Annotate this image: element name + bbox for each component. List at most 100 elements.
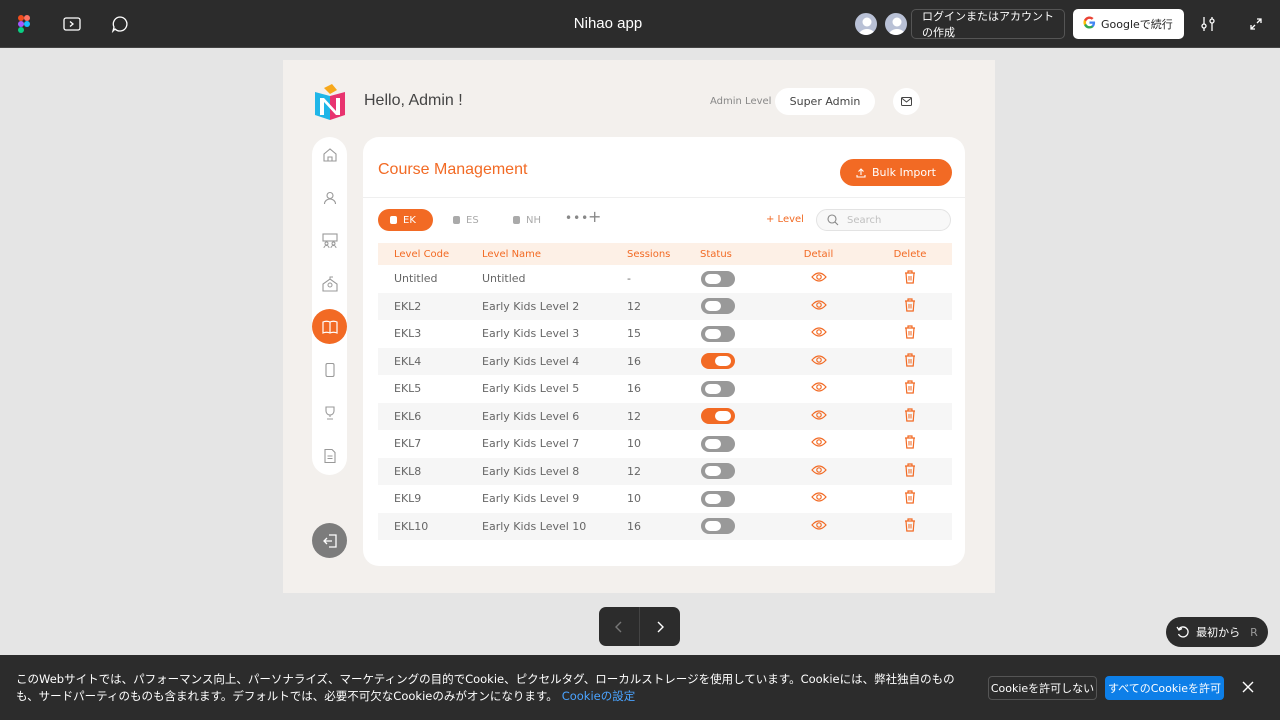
toggle-knob bbox=[705, 521, 721, 532]
eye-icon[interactable] bbox=[810, 381, 827, 396]
tab-nh[interactable]: NH bbox=[501, 209, 553, 231]
eye-icon[interactable] bbox=[810, 409, 827, 424]
table-row: EKL9 Early Kids Level 9 10 bbox=[378, 485, 952, 513]
detail-cell bbox=[769, 436, 868, 451]
toggle-knob bbox=[705, 493, 721, 504]
frame-navigation bbox=[599, 607, 680, 646]
status-toggle[interactable] bbox=[701, 325, 735, 342]
trash-icon[interactable] bbox=[904, 490, 916, 507]
sidebar-item-schools[interactable] bbox=[312, 266, 347, 301]
table-row: EKL5 Early Kids Level 5 16 bbox=[378, 375, 952, 403]
status-toggle[interactable] bbox=[701, 380, 735, 397]
deny-cookies-button[interactable]: Cookieを許可しない bbox=[988, 676, 1097, 700]
login-button[interactable]: ログインまたはアカウントの作成 bbox=[911, 9, 1065, 39]
settings-sliders-icon[interactable] bbox=[1196, 12, 1220, 36]
search-input[interactable] bbox=[847, 214, 942, 226]
trash-icon[interactable] bbox=[904, 270, 916, 287]
level-code: EKL7 bbox=[394, 437, 422, 451]
status-toggle[interactable] bbox=[701, 270, 735, 287]
eye-icon[interactable] bbox=[810, 519, 827, 534]
toggle-knob bbox=[705, 438, 721, 449]
eye-icon[interactable] bbox=[810, 326, 827, 341]
status-toggle[interactable] bbox=[701, 435, 735, 452]
google-icon bbox=[1083, 16, 1096, 32]
restart-button[interactable]: 最初から R bbox=[1166, 617, 1268, 647]
column-header[interactable]: Detail bbox=[769, 249, 868, 260]
sidebar-item-rewards[interactable] bbox=[312, 395, 347, 430]
logout-button[interactable] bbox=[312, 523, 347, 558]
sidebar-item-courses[interactable] bbox=[312, 309, 347, 344]
bulk-import-button[interactable]: Bulk Import bbox=[840, 159, 952, 186]
status-toggle[interactable] bbox=[701, 298, 735, 315]
level-code: Untitled bbox=[394, 272, 438, 286]
status-cell bbox=[684, 518, 769, 535]
upload-icon bbox=[856, 167, 866, 178]
trash-icon[interactable] bbox=[904, 463, 916, 480]
level-name: Early Kids Level 7 bbox=[482, 437, 580, 451]
sidebar-item-users[interactable] bbox=[312, 180, 347, 215]
more-tabs-button[interactable]: ••• bbox=[565, 211, 589, 225]
page-title: Course Management bbox=[378, 161, 528, 178]
tab-icon bbox=[390, 216, 397, 224]
trash-icon[interactable] bbox=[904, 435, 916, 452]
column-header[interactable]: Level Code bbox=[378, 249, 466, 260]
sidebar-item-home[interactable] bbox=[312, 137, 347, 172]
status-toggle[interactable] bbox=[701, 463, 735, 480]
eye-icon[interactable] bbox=[810, 491, 827, 506]
previous-frame-button[interactable] bbox=[599, 607, 639, 646]
eye-icon[interactable] bbox=[810, 271, 827, 286]
level-name: Early Kids Level 6 bbox=[482, 409, 580, 423]
mail-button[interactable] bbox=[893, 88, 920, 115]
sessions-count: 16 bbox=[627, 354, 641, 368]
eye-icon[interactable] bbox=[810, 436, 827, 451]
eye-icon[interactable] bbox=[810, 464, 827, 479]
google-continue-button[interactable]: Googleで続行 bbox=[1073, 9, 1184, 39]
cookie-banner: このWebサイトでは、パフォーマンス向上、パーソナライズ、マーケティングの目的で… bbox=[0, 655, 1280, 720]
trash-icon[interactable] bbox=[904, 325, 916, 342]
status-toggle[interactable] bbox=[701, 353, 735, 370]
sessions-count: - bbox=[627, 272, 631, 286]
cookie-settings-link[interactable]: Cookieの設定 bbox=[562, 689, 636, 703]
trash-icon[interactable] bbox=[904, 518, 916, 535]
avatar[interactable] bbox=[884, 12, 908, 36]
tab-es[interactable]: ES bbox=[441, 209, 491, 231]
admin-level-label: Admin Level bbox=[710, 96, 772, 107]
sidebar-item-devices[interactable] bbox=[312, 352, 347, 387]
level-name: Early Kids Level 8 bbox=[482, 464, 580, 478]
trash-icon[interactable] bbox=[904, 380, 916, 397]
column-header[interactable]: Level Name bbox=[466, 249, 611, 260]
eye-icon[interactable] bbox=[810, 354, 827, 369]
trash-icon[interactable] bbox=[904, 298, 916, 315]
column-header[interactable]: Delete bbox=[868, 249, 952, 260]
status-cell bbox=[684, 463, 769, 480]
tab-ek[interactable]: EK bbox=[378, 209, 433, 231]
sidebar-item-classes[interactable] bbox=[312, 223, 347, 258]
level-code: EKL9 bbox=[394, 492, 422, 506]
level-name: Early Kids Level 2 bbox=[482, 299, 580, 313]
status-toggle[interactable] bbox=[701, 518, 735, 535]
status-toggle[interactable] bbox=[701, 408, 735, 425]
expand-icon[interactable] bbox=[1244, 12, 1268, 36]
trash-icon[interactable] bbox=[904, 353, 916, 370]
column-header[interactable]: Status bbox=[684, 249, 769, 260]
column-header[interactable]: Sessions bbox=[611, 249, 684, 260]
home-icon bbox=[322, 147, 337, 162]
trash-icon[interactable] bbox=[904, 408, 916, 425]
table-row: EKL10 Early Kids Level 10 16 bbox=[378, 512, 952, 540]
add-tab-button[interactable]: + bbox=[588, 207, 601, 226]
document-icon bbox=[323, 448, 336, 463]
admin-level-value[interactable]: Super Admin bbox=[775, 88, 875, 115]
eye-icon[interactable] bbox=[810, 299, 827, 314]
table-header: Level Code Level Name Sessions Status De… bbox=[378, 243, 952, 265]
avatar[interactable] bbox=[854, 12, 878, 36]
sidebar-item-reports[interactable] bbox=[312, 438, 347, 473]
status-toggle[interactable] bbox=[701, 490, 735, 507]
add-level-button[interactable]: + Level bbox=[766, 214, 804, 225]
allow-all-cookies-button[interactable]: すべてのCookieを許可 bbox=[1105, 676, 1224, 700]
next-frame-button[interactable] bbox=[640, 607, 680, 646]
delete-cell bbox=[868, 298, 952, 315]
close-icon[interactable] bbox=[1240, 679, 1256, 695]
mobile-icon bbox=[324, 362, 335, 377]
tab-label: ES bbox=[466, 214, 479, 226]
cookie-message: このWebサイトでは、パフォーマンス向上、パーソナライズ、マーケティングの目的で… bbox=[16, 672, 955, 703]
